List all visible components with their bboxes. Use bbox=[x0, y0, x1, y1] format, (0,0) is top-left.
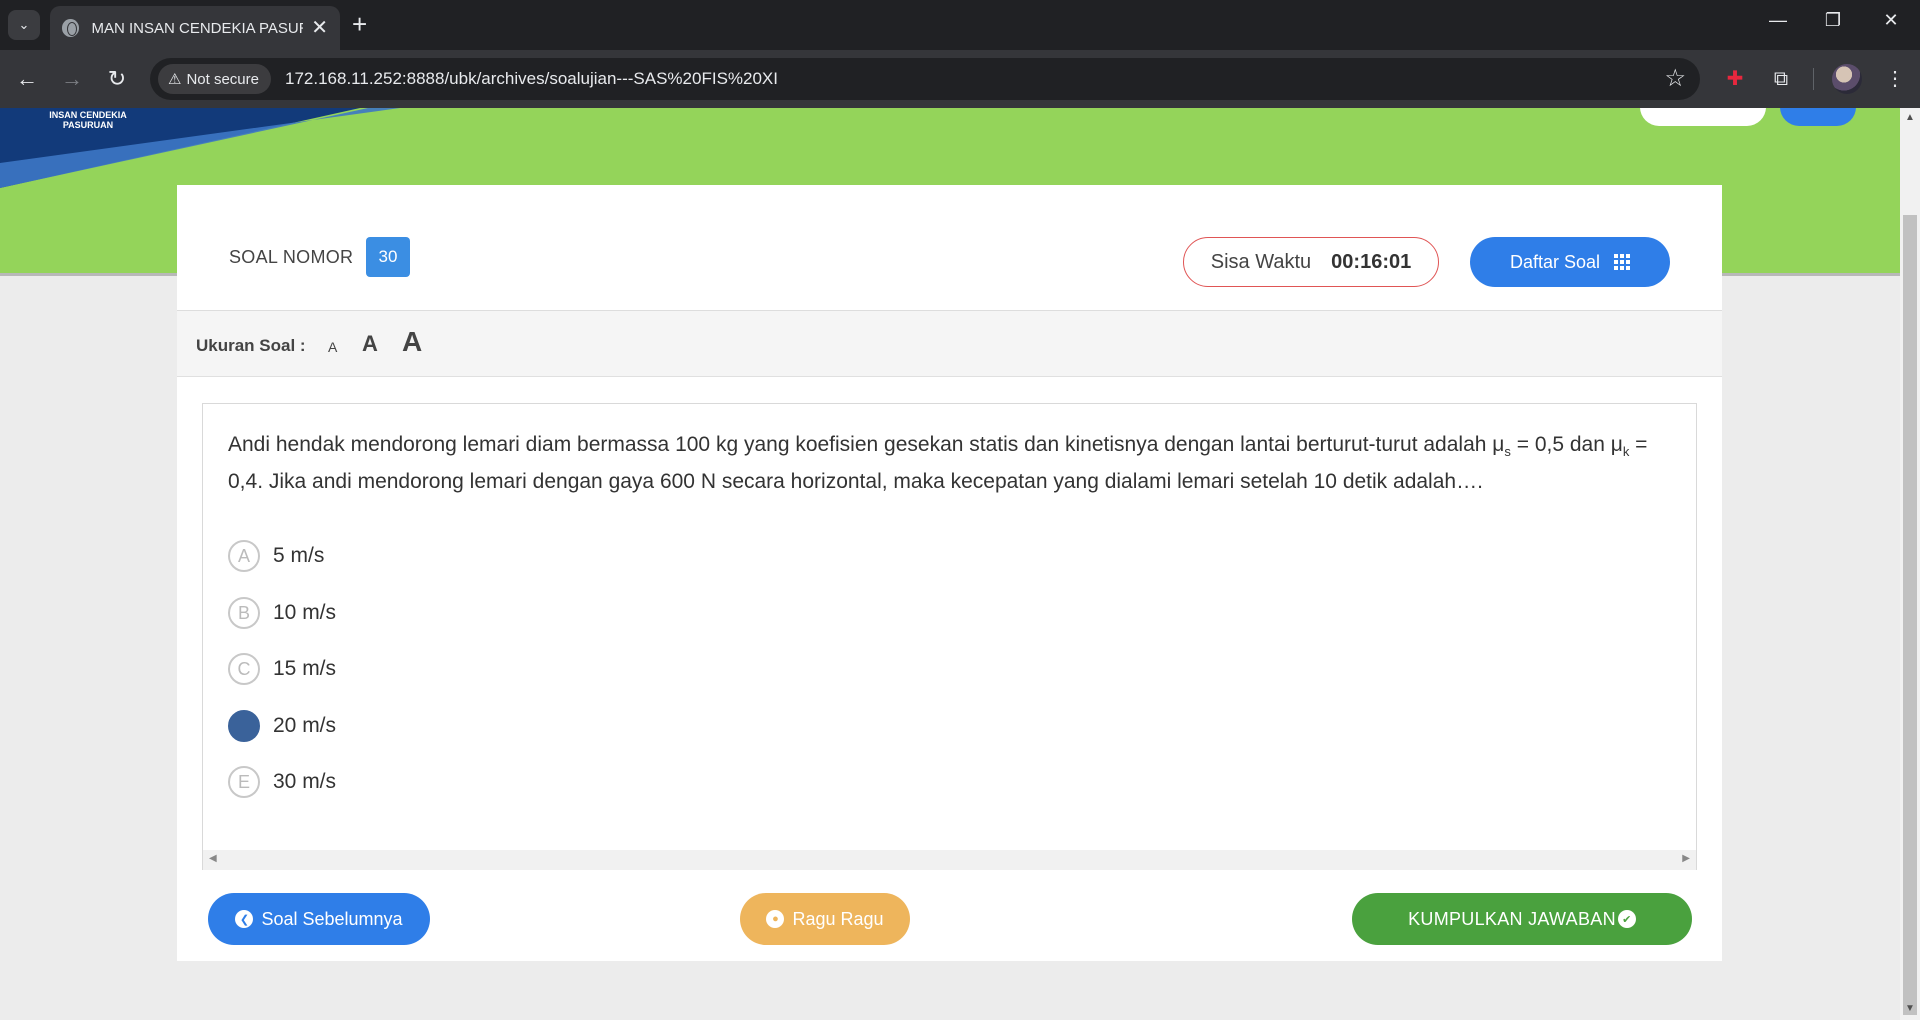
warning-icon: ⚠ bbox=[168, 71, 182, 88]
header-user-button[interactable] bbox=[1640, 108, 1766, 126]
option-a-radio[interactable]: A bbox=[228, 540, 260, 572]
option-b[interactable]: B 10 m/s bbox=[228, 597, 336, 629]
security-chip[interactable]: ⚠ Not secure bbox=[158, 64, 271, 94]
restore-icon[interactable]: ❐ bbox=[1818, 10, 1848, 31]
reload-icon[interactable]: ↻ bbox=[102, 64, 132, 94]
timer-value: 00:16:01 bbox=[1331, 250, 1412, 273]
scroll-up-icon[interactable]: ▲ bbox=[1905, 112, 1915, 123]
back-arrow-icon[interactable]: ← bbox=[12, 64, 42, 94]
question-number-badge: 30 bbox=[366, 237, 410, 277]
chevron-left-icon: ❮ bbox=[235, 910, 254, 928]
header-logout-button[interactable] bbox=[1780, 108, 1856, 126]
submit-answers-button[interactable]: KUMPULKAN JAWABAN ✔ bbox=[1352, 893, 1692, 945]
previous-question-label: Soal Sebelumnya bbox=[261, 908, 403, 929]
globe-icon bbox=[62, 19, 80, 37]
previous-question-button[interactable]: ❮ Soal Sebelumnya bbox=[208, 893, 430, 945]
profile-avatar[interactable] bbox=[1832, 64, 1862, 94]
option-b-radio[interactable]: B bbox=[228, 597, 260, 629]
question-list-label: Daftar Soal bbox=[1509, 251, 1601, 272]
font-size-small-button[interactable]: A bbox=[328, 339, 337, 355]
font-size-large-button[interactable]: A bbox=[402, 326, 422, 358]
close-tab-icon[interactable]: ✕ bbox=[311, 18, 328, 38]
new-tab-icon[interactable]: + bbox=[352, 10, 367, 38]
question-text-part: Andi hendak mendorong lemari diam bermas… bbox=[228, 433, 1505, 456]
option-b-text: 10 m/s bbox=[273, 601, 337, 624]
exam-card: SOAL NOMOR 30 Sisa Waktu 00:16:01 Daftar… bbox=[177, 185, 1722, 961]
question-text: Andi hendak mendorong lemari diam bermas… bbox=[228, 430, 1678, 497]
tab-title: MAN INSAN CENDEKIA PASURUAN bbox=[91, 19, 303, 37]
timer-label: Sisa Waktu bbox=[1210, 250, 1312, 273]
bookmark-star-icon[interactable]: ☆ bbox=[1664, 64, 1686, 93]
menu-kebab-icon[interactable]: ⋮ bbox=[1880, 64, 1910, 94]
record-dot-icon: ● bbox=[766, 910, 785, 928]
grid-icon bbox=[1614, 254, 1631, 270]
browser-tabbar: ⌄ MAN INSAN CENDEKIA PASURUAN ✕ + — ❐ ✕ bbox=[0, 0, 1920, 50]
font-size-label: Ukuran Soal : bbox=[196, 336, 306, 355]
toolbar-divider bbox=[1813, 68, 1814, 90]
question-text-part: = 0,5 dan μ bbox=[1510, 433, 1623, 456]
question-box: Andi hendak mendorong lemari diam bermas… bbox=[202, 403, 1697, 870]
vertical-scrollbar-thumb[interactable] bbox=[1903, 215, 1917, 1015]
submit-answers-label: KUMPULKAN JAWABAN bbox=[1408, 908, 1616, 929]
forward-arrow-icon[interactable]: → bbox=[57, 64, 87, 94]
exam-card-header: SOAL NOMOR 30 Sisa Waktu 00:16:01 Daftar… bbox=[177, 185, 1722, 311]
option-c-text: 15 m/s bbox=[273, 657, 337, 680]
scroll-right-icon[interactable]: ▶ bbox=[1682, 853, 1690, 864]
school-logo-text: INSAN CENDEKIA PASURUAN bbox=[49, 110, 127, 130]
extensions-puzzle-icon[interactable]: ⧉ bbox=[1766, 64, 1796, 94]
extension-icon[interactable]: ✚ bbox=[1720, 64, 1750, 94]
question-list-button[interactable]: Daftar Soal bbox=[1470, 237, 1670, 287]
option-e[interactable]: E 30 m/s bbox=[228, 766, 336, 798]
option-c-radio[interactable]: C bbox=[228, 653, 260, 685]
option-a-text: 5 m/s bbox=[273, 544, 325, 567]
question-number-label: SOAL NOMOR bbox=[229, 247, 354, 267]
option-e-text: 30 m/s bbox=[273, 770, 337, 793]
font-size-bar: Ukuran Soal : A A A bbox=[177, 311, 1722, 377]
check-circle-icon: ✔ bbox=[1617, 910, 1636, 928]
doubtful-label: Ragu Ragu bbox=[792, 908, 884, 929]
minimize-icon[interactable]: — bbox=[1763, 10, 1793, 31]
option-a[interactable]: A 5 m/s bbox=[228, 540, 324, 572]
security-label: Not secure bbox=[186, 70, 259, 88]
option-e-radio[interactable]: E bbox=[228, 766, 260, 798]
font-size-medium-button[interactable]: A bbox=[362, 331, 378, 357]
doubtful-button[interactable]: ● Ragu Ragu bbox=[740, 893, 910, 945]
address-bar[interactable]: ⚠ Not secure 172.168.11.252:8888/ubk/arc… bbox=[150, 58, 1700, 100]
browser-tab[interactable]: MAN INSAN CENDEKIA PASURUAN ✕ bbox=[50, 6, 340, 50]
horizontal-scrollbar[interactable]: ◀ ▶ bbox=[203, 850, 1696, 870]
scroll-down-icon[interactable]: ▼ bbox=[1905, 1003, 1915, 1014]
tab-search-chevron-icon[interactable]: ⌄ bbox=[8, 10, 40, 40]
scroll-left-icon[interactable]: ◀ bbox=[209, 853, 217, 864]
window-close-icon[interactable]: ✕ bbox=[1876, 10, 1906, 31]
option-d[interactable]: 20 m/s bbox=[228, 710, 336, 742]
remaining-time: Sisa Waktu 00:16:01 bbox=[1183, 237, 1439, 287]
page-viewport: INSAN CENDEKIA PASURUAN SOAL NOMOR 30 Si… bbox=[0, 108, 1900, 1020]
option-d-text: 20 m/s bbox=[273, 714, 337, 737]
browser-toolbar: ← → ↻ ⚠ Not secure 172.168.11.252:8888/u… bbox=[0, 50, 1920, 108]
url-text[interactable]: 172.168.11.252:8888/ubk/archives/soaluji… bbox=[285, 69, 778, 89]
option-d-radio-selected[interactable] bbox=[228, 710, 260, 742]
option-c[interactable]: C 15 m/s bbox=[228, 653, 336, 685]
